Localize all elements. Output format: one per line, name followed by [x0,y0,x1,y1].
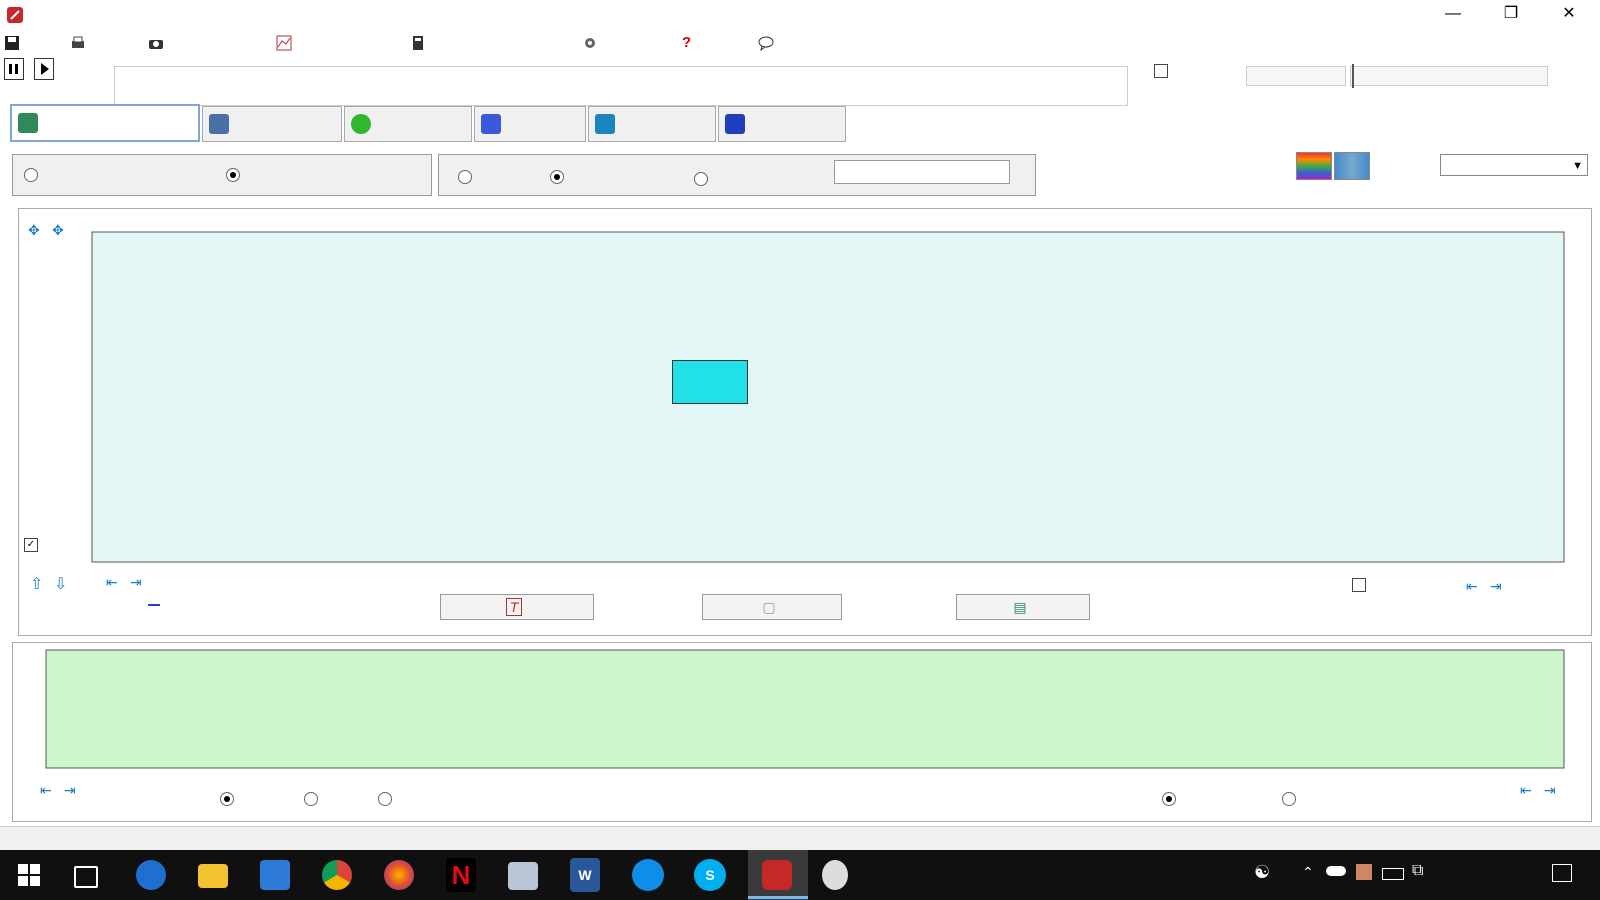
people-icon[interactable]: ☯ [1254,862,1270,883]
imp-scroll-right-icon-2[interactable]: ⇥ [1544,782,1556,799]
store-icon[interactable] [260,860,290,890]
polarity-negative[interactable] [378,792,400,806]
status-bar [0,826,1600,851]
firefox-icon[interactable] [384,860,414,890]
wifi-icon[interactable]: ⧉ [1412,862,1423,880]
notifications-icon[interactable] [1552,864,1572,882]
battery-icon[interactable] [1382,868,1404,880]
file-explorer-icon[interactable] [198,864,228,888]
imp-scroll-left-icon[interactable]: ⇤ [40,782,52,799]
tray-app-icon[interactable] [1356,864,1372,880]
omnimic-taskbar-icon[interactable] [762,860,792,890]
active-indicator [748,896,808,899]
impulse-response-chart [45,649,1565,769]
task-view-icon[interactable] [74,866,98,888]
polarity-negative-radio[interactable] [378,792,392,806]
impulse-plot-area [45,649,1565,769]
polarity-both-radio[interactable] [220,792,234,806]
edge-icon[interactable] [136,860,166,890]
skype-icon[interactable]: S [694,859,726,891]
netflix-icon[interactable]: N [446,858,476,892]
chevron-up-icon[interactable]: ⌃ [1302,864,1314,881]
app-icon-second[interactable] [822,860,848,890]
scale-lin-radio[interactable] [1162,792,1176,806]
polarity-positive-radio[interactable] [304,792,318,806]
windows-start-icon[interactable] [18,864,40,886]
polarity-both[interactable] [220,792,242,806]
scale-log-radio[interactable] [1282,792,1296,806]
cloud-icon[interactable] [1326,866,1346,876]
imp-scroll-right-icon[interactable]: ⇥ [64,782,76,799]
app-icon-generic[interactable] [508,862,538,890]
imp-scroll-left-icon-2[interactable]: ⇤ [1520,782,1532,799]
word-icon[interactable]: W [570,858,600,892]
scale-log[interactable] [1282,792,1304,806]
teamviewer-icon[interactable] [632,859,664,891]
polarity-positive[interactable] [304,792,326,806]
scale-lin[interactable] [1162,792,1184,806]
chrome-icon[interactable] [322,860,352,890]
